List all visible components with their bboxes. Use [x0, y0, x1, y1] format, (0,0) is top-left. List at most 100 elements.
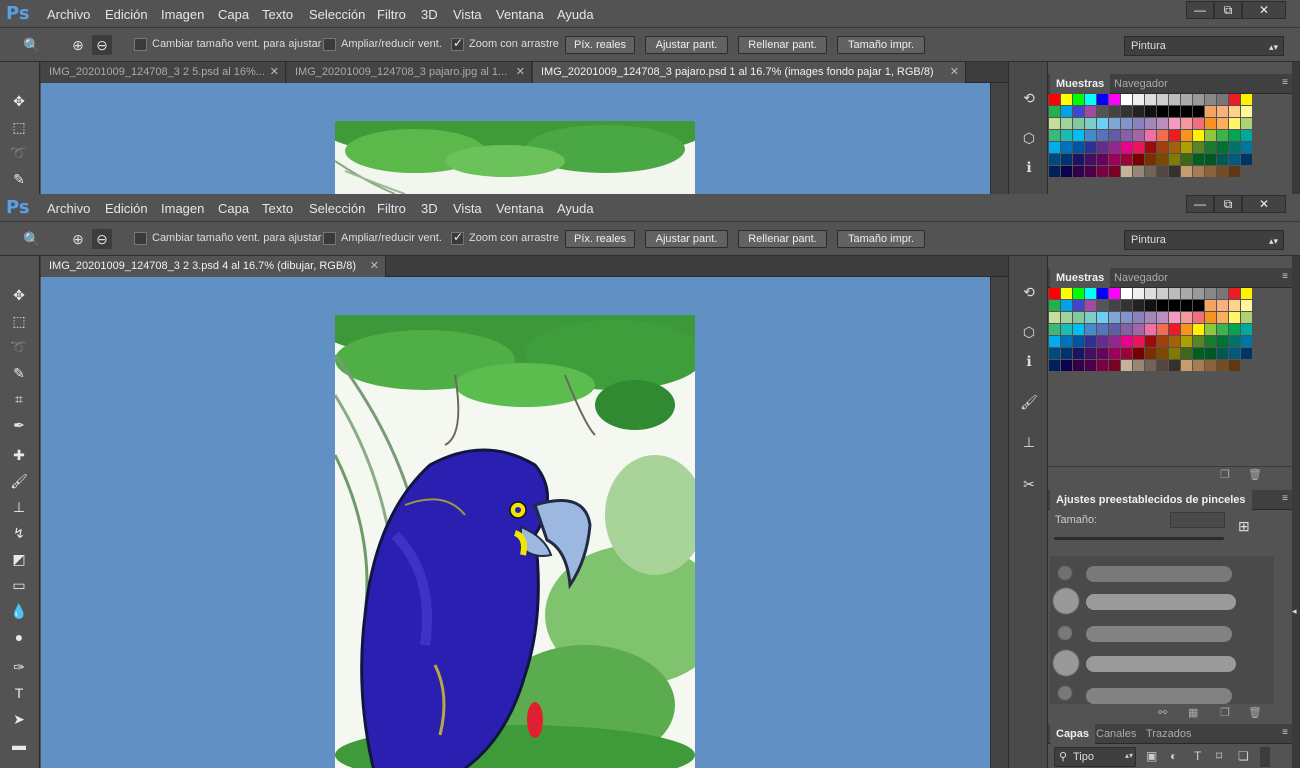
color-swatch[interactable] [1241, 106, 1252, 117]
color-swatch[interactable] [1097, 118, 1108, 129]
color-swatch[interactable] [1217, 142, 1228, 153]
color-swatch[interactable] [1181, 348, 1192, 359]
color-swatch[interactable] [1145, 118, 1156, 129]
color-swatch[interactable] [1097, 336, 1108, 347]
color-swatch[interactable] [1181, 166, 1192, 177]
panel-menu-icon[interactable]: ≡ [1282, 493, 1288, 504]
color-swatch[interactable] [1229, 348, 1240, 359]
color-swatch[interactable] [1157, 130, 1168, 141]
blur-tool-icon[interactable]: 💧 [8, 600, 30, 622]
color-swatch[interactable] [1073, 130, 1084, 141]
color-swatch[interactable] [1109, 300, 1120, 311]
color-swatch[interactable] [1049, 154, 1060, 165]
tab-paths[interactable]: Trazados [1140, 724, 1197, 744]
color-swatch[interactable] [1193, 348, 1204, 359]
color-swatch[interactable] [1133, 336, 1144, 347]
color-swatch[interactable] [1121, 106, 1132, 117]
color-swatch[interactable] [1133, 154, 1144, 165]
color-swatch[interactable] [1133, 166, 1144, 177]
history-brush-tool-icon[interactable]: ↯ [8, 522, 30, 544]
color-swatch[interactable] [1217, 300, 1228, 311]
color-swatch[interactable] [1205, 324, 1216, 335]
minimize-button[interactable]: — [1186, 1, 1214, 19]
menu-ventana[interactable]: Ventana [496, 201, 544, 216]
color-swatch[interactable] [1073, 288, 1084, 299]
color-swatch[interactable] [1241, 130, 1252, 141]
color-swatch[interactable] [1121, 300, 1132, 311]
color-swatch[interactable] [1085, 288, 1096, 299]
color-swatch[interactable] [1145, 312, 1156, 323]
move-tool-icon[interactable]: ✥ [8, 90, 30, 112]
close-tab-icon[interactable]: ✕ [950, 62, 959, 83]
color-swatch[interactable] [1121, 142, 1132, 153]
filter-toggle[interactable] [1260, 747, 1270, 767]
type-tool-icon[interactable]: T [8, 682, 30, 704]
color-swatch[interactable] [1241, 142, 1252, 153]
path-select-tool-icon[interactable]: ➤ [8, 708, 30, 730]
color-swatch[interactable] [1169, 106, 1180, 117]
color-swatch[interactable] [1073, 300, 1084, 311]
zoom-all-checkbox[interactable] [323, 38, 336, 51]
color-swatch[interactable] [1157, 324, 1168, 335]
color-swatch[interactable] [1157, 154, 1168, 165]
color-swatch[interactable] [1097, 348, 1108, 359]
minimize-button[interactable]: — [1186, 195, 1214, 213]
color-swatch[interactable] [1061, 324, 1072, 335]
panel-menu-icon[interactable]: ≡ [1282, 77, 1288, 88]
color-swatch[interactable] [1205, 154, 1216, 165]
restore-button[interactable]: ⧉ [1214, 1, 1242, 19]
color-swatch[interactable] [1241, 300, 1252, 311]
quick-select-tool-icon[interactable]: ✎ [8, 168, 30, 190]
menu-vista[interactable]: Vista [453, 201, 482, 216]
color-swatch[interactable] [1217, 106, 1228, 117]
menu-3d[interactable]: 3D [421, 201, 438, 216]
color-swatch[interactable] [1205, 166, 1216, 177]
color-swatch[interactable] [1085, 166, 1096, 177]
color-swatch[interactable] [1085, 94, 1096, 105]
color-swatch[interactable] [1085, 360, 1096, 371]
color-swatch[interactable] [1157, 348, 1168, 359]
color-swatch[interactable] [1049, 142, 1060, 153]
color-swatch[interactable] [1085, 324, 1096, 335]
print-size-button[interactable]: Tamaño impr. [837, 230, 925, 248]
color-swatch[interactable] [1085, 142, 1096, 153]
clone-stamp-tool-icon[interactable]: ⊥ [8, 496, 30, 518]
color-swatch[interactable] [1181, 336, 1192, 347]
menu-edicion[interactable]: Edición [105, 201, 148, 216]
zoom-tool-icon[interactable]: 🔍 [22, 35, 42, 55]
fit-screen-button[interactable]: Ajustar pant. [645, 36, 728, 54]
fit-screen-button[interactable]: Ajustar pant. [645, 230, 728, 248]
color-swatch[interactable] [1109, 154, 1120, 165]
color-swatch[interactable] [1049, 360, 1060, 371]
color-swatch[interactable] [1073, 324, 1084, 335]
color-swatch[interactable] [1097, 288, 1108, 299]
color-swatch[interactable] [1229, 312, 1240, 323]
menu-capa[interactable]: Capa [218, 7, 249, 22]
color-swatch[interactable] [1241, 118, 1252, 129]
zoom-out-icon[interactable]: ⊖ [92, 229, 112, 249]
color-swatch[interactable] [1109, 118, 1120, 129]
color-swatch[interactable] [1157, 336, 1168, 347]
color-swatch[interactable] [1061, 142, 1072, 153]
color-swatch[interactable] [1121, 336, 1132, 347]
color-swatch[interactable] [1133, 360, 1144, 371]
menu-edicion[interactable]: Edición [105, 7, 148, 22]
brush-preset-item[interactable] [1050, 586, 1274, 616]
trash-icon[interactable]: 🗑 [1248, 706, 1262, 719]
marquee-tool-icon[interactable]: ⬚ [8, 116, 30, 138]
color-swatch[interactable] [1181, 106, 1192, 117]
color-swatch[interactable] [1193, 166, 1204, 177]
color-swatch[interactable] [1061, 312, 1072, 323]
close-button[interactable]: ✕ [1242, 1, 1286, 19]
pen-tool-icon[interactable]: ✑ [8, 656, 30, 678]
color-swatch[interactable] [1073, 94, 1084, 105]
color-swatch[interactable] [1241, 154, 1252, 165]
3d-icon[interactable]: ⬡ [1019, 128, 1039, 148]
color-swatch[interactable] [1049, 94, 1060, 105]
restore-button[interactable]: ⧉ [1214, 195, 1242, 213]
zoom-tool-icon[interactable]: 🔍 [22, 229, 42, 249]
color-swatch[interactable] [1241, 288, 1252, 299]
color-swatch[interactable] [1121, 360, 1132, 371]
color-swatch[interactable] [1085, 312, 1096, 323]
color-swatch[interactable] [1145, 300, 1156, 311]
